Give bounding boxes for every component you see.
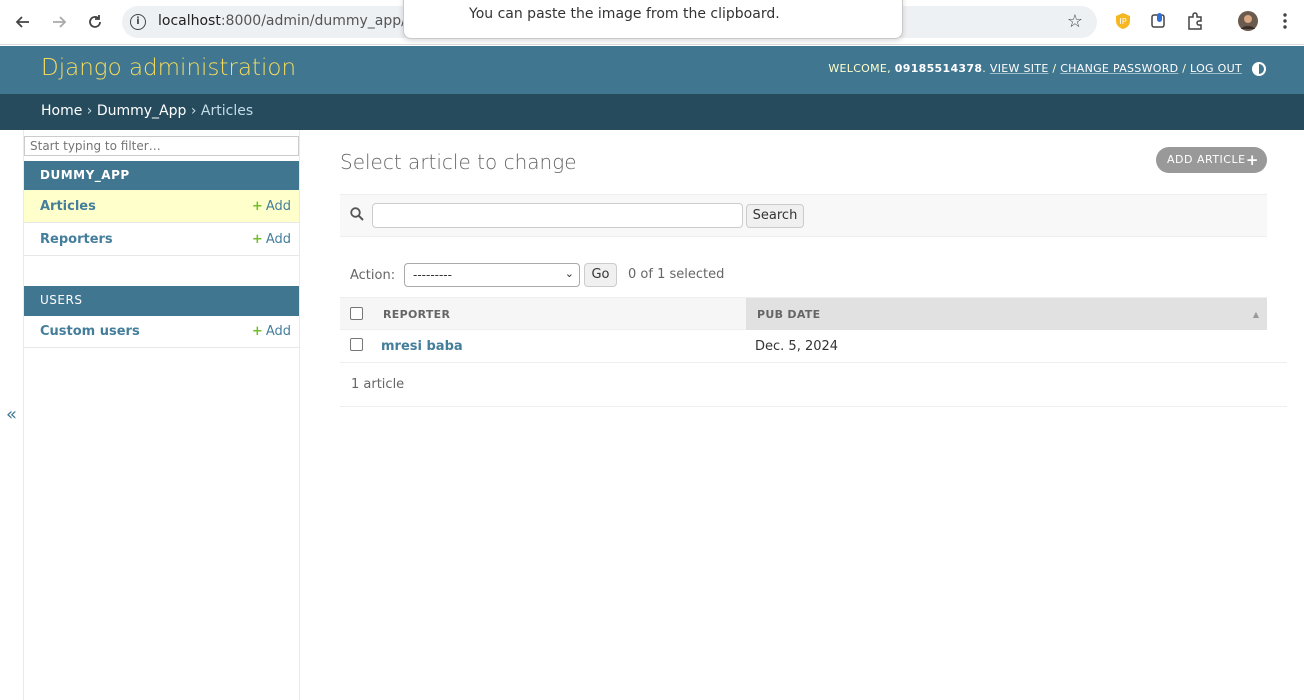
sidebar-item-custom-users[interactable]: Custom users + Add — [24, 315, 299, 348]
clipboard-popup: You can paste the image from the clipboa… — [403, 0, 903, 39]
add-label: Add — [265, 324, 291, 339]
svg-text:IP: IP — [1119, 17, 1126, 26]
plus-icon: + — [251, 232, 263, 247]
search-toolbar: Search — [340, 194, 1267, 237]
welcome-text: WELCOME, — [828, 62, 895, 75]
site-header: Django administration WELCOME, 091855143… — [0, 46, 1304, 94]
sort-ascending-icon[interactable]: ▲ — [1253, 310, 1259, 319]
extension-mic-icon[interactable] — [1149, 11, 1169, 31]
add-label: Add — [265, 199, 291, 214]
add-article-button[interactable]: ADD ARTICLE + — [1156, 147, 1267, 173]
action-label: Action: — [350, 268, 396, 283]
add-reporter-link[interactable]: + Add — [252, 232, 291, 247]
column-header-reporter[interactable]: REPORTER — [383, 308, 450, 321]
reporter-link[interactable]: mresi baba — [381, 339, 463, 354]
collapse-sidebar-icon[interactable]: « — [6, 404, 17, 425]
add-article-label: ADD ARTICLE — [1167, 153, 1246, 166]
pub-date-cell: Dec. 5, 2024 — [755, 339, 839, 354]
change-password-link[interactable]: CHANGE PASSWORD — [1060, 62, 1178, 75]
add-article-link[interactable]: + Add — [252, 199, 291, 214]
reload-icon[interactable] — [83, 10, 107, 34]
breadcrumb-home[interactable]: Home — [41, 103, 82, 119]
sidebar-item-articles[interactable]: Articles + Add — [24, 190, 299, 223]
table-header: REPORTER PUB DATE ▲ — [340, 297, 1267, 330]
user-tools: WELCOME, 09185514378. VIEW SITE / CHANGE… — [828, 62, 1242, 75]
breadcrumb-current: Articles — [200, 103, 254, 119]
selection-counter: 0 of 1 selected — [628, 267, 725, 282]
sidebar-item-label[interactable]: Articles — [40, 199, 96, 214]
module-caption-dummy-app[interactable]: DUMMY_APP — [24, 161, 299, 191]
log-out-link[interactable]: LOG OUT — [1190, 62, 1242, 75]
paginator: 1 article — [340, 363, 1287, 407]
breadcrumb-separator: › — [186, 103, 201, 119]
extension-shield-icon[interactable]: IP — [1113, 11, 1133, 31]
url-text: localhost:8000/admin/dummy_app/arti — [158, 13, 430, 29]
site-info-icon[interactable]: i — [130, 14, 146, 30]
sidebar-filter-input[interactable] — [24, 136, 299, 156]
breadcrumb: Home › Dummy_App › Articles — [0, 94, 1304, 130]
column-header-pub-date[interactable]: PUB DATE — [757, 308, 820, 321]
row-checkbox[interactable] — [350, 338, 363, 351]
separator: / — [1178, 62, 1191, 75]
back-icon[interactable] — [11, 10, 35, 34]
extensions-puzzle-icon[interactable] — [1185, 11, 1205, 31]
action-select[interactable]: --------- ⌄ — [404, 263, 580, 287]
site-branding[interactable]: Django administration — [41, 55, 296, 81]
breadcrumb-separator: › — [82, 103, 97, 119]
profile-avatar-icon[interactable] — [1238, 11, 1258, 31]
table-row: mresi baba Dec. 5, 2024 — [340, 330, 1287, 363]
separator: / — [1048, 62, 1061, 75]
sidebar-item-reporters[interactable]: Reporters + Add — [24, 223, 299, 256]
popup-text: You can paste the image from the clipboa… — [469, 6, 780, 22]
plus-icon: + — [251, 324, 263, 339]
search-button[interactable]: Search — [746, 204, 804, 228]
add-label: Add — [265, 232, 291, 247]
breadcrumb-app[interactable]: Dummy_App — [97, 103, 187, 119]
bookmark-star-icon[interactable]: ☆ — [1067, 11, 1083, 32]
search-input[interactable] — [372, 203, 743, 228]
action-selected-value: --------- — [413, 268, 452, 282]
plus-icon: + — [1245, 151, 1259, 169]
actions-bar: Action: --------- ⌄ Go 0 of 1 selected — [340, 258, 1267, 294]
theme-toggle-icon[interactable] — [1252, 62, 1266, 76]
username: 09185514378 — [894, 62, 983, 75]
go-button[interactable]: Go — [584, 263, 617, 287]
add-custom-user-link[interactable]: + Add — [252, 324, 291, 339]
forward-icon[interactable] — [47, 10, 71, 34]
browser-menu-icon[interactable] — [1275, 11, 1295, 31]
page-title: Select article to change — [340, 150, 577, 174]
module-caption-users[interactable]: USERS — [24, 286, 299, 316]
sorted-column-bg — [746, 298, 1267, 330]
select-all-checkbox[interactable] — [350, 307, 363, 320]
result-count: 1 article — [351, 377, 405, 392]
chevron-down-icon: ⌄ — [564, 267, 574, 280]
search-icon — [350, 207, 364, 221]
sidebar-item-label[interactable]: Custom users — [40, 324, 140, 339]
sidebar-item-label[interactable]: Reporters — [40, 232, 113, 247]
plus-icon: + — [251, 199, 263, 214]
view-site-link[interactable]: VIEW SITE — [990, 62, 1049, 75]
